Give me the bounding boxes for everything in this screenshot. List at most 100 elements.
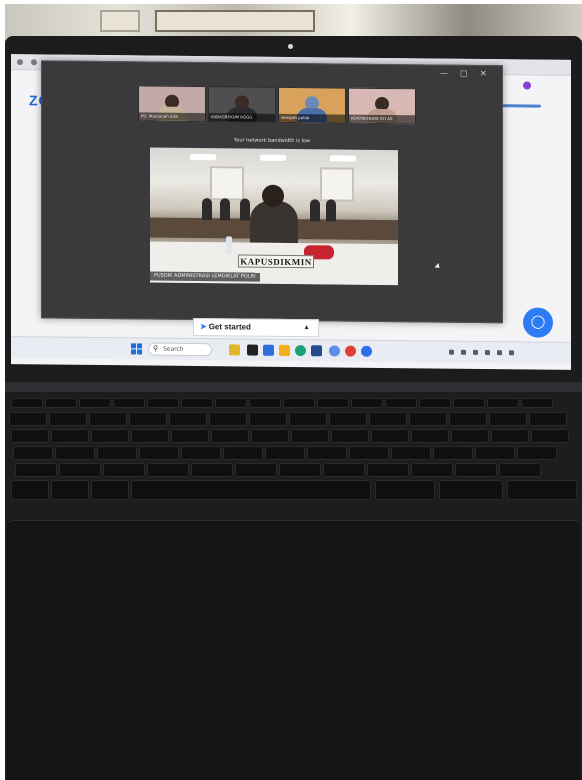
chat-app-icon[interactable] xyxy=(329,345,340,357)
participant-tile[interactable]: KORPSKHUDA STI AS xyxy=(348,87,416,125)
keyboard-key[interactable] xyxy=(369,412,407,426)
keyboard-key[interactable] xyxy=(487,398,519,408)
keyboard-key[interactable] xyxy=(375,480,435,500)
keyboard-key[interactable] xyxy=(211,429,249,443)
keyboard-key[interactable] xyxy=(475,446,515,460)
keyboard-key[interactable] xyxy=(411,463,453,477)
file-explorer-icon[interactable] xyxy=(279,344,290,356)
keyboard-key[interactable] xyxy=(11,398,43,408)
task-view-icon[interactable] xyxy=(247,344,258,356)
keyboard-key[interactable] xyxy=(317,398,349,408)
keyboard-key[interactable] xyxy=(367,463,409,477)
keyboard-key[interactable] xyxy=(13,446,53,460)
keyboard-key[interactable] xyxy=(59,463,101,477)
reload-icon[interactable] xyxy=(31,59,37,66)
keyboard-key[interactable] xyxy=(411,429,449,443)
participant-tile[interactable]: PD. Mainarjah ildin xyxy=(138,85,206,123)
get-started-button[interactable]: ➤ Get started ▲ xyxy=(193,317,319,338)
keyboard-key[interactable] xyxy=(131,429,169,443)
keyboard-key[interactable] xyxy=(265,446,305,460)
keyboard-key[interactable] xyxy=(171,429,209,443)
keyboard-key[interactable] xyxy=(45,398,77,408)
keyboard-key[interactable] xyxy=(419,398,451,408)
keyboard-key[interactable] xyxy=(129,412,167,426)
keyboard-key[interactable] xyxy=(15,463,57,477)
back-icon[interactable] xyxy=(17,59,23,66)
keyboard-key[interactable] xyxy=(323,463,365,477)
chat-bubble-icon[interactable]: ◯ xyxy=(523,307,553,338)
keyboard-key[interactable] xyxy=(289,412,327,426)
close-icon[interactable]: ✕ xyxy=(480,69,487,78)
participant-tile[interactable]: KABAGBEKUM ROGG xyxy=(208,86,276,123)
keyboard-key[interactable] xyxy=(9,412,47,426)
keyboard-key[interactable] xyxy=(11,480,49,500)
keyboard-key[interactable] xyxy=(103,463,145,477)
keyboard-key[interactable] xyxy=(91,429,129,443)
keyboard-key[interactable] xyxy=(11,429,49,443)
keyboard-key[interactable] xyxy=(351,398,383,408)
keyboard-key[interactable] xyxy=(385,398,417,408)
zoom-icon[interactable] xyxy=(361,345,372,357)
keyboard-key[interactable] xyxy=(55,446,95,460)
keyboard-key[interactable] xyxy=(349,446,389,460)
touchpad[interactable] xyxy=(7,520,580,780)
keyboard-key[interactable] xyxy=(499,463,541,477)
keyboard-key[interactable] xyxy=(371,429,409,443)
chrome-icon[interactable] xyxy=(345,345,356,357)
keyboard-key[interactable] xyxy=(147,463,189,477)
keyboard-key[interactable] xyxy=(97,446,137,460)
keyboard-key[interactable] xyxy=(235,463,277,477)
keyboard-key[interactable] xyxy=(251,429,289,443)
spacebar-key[interactable] xyxy=(131,480,371,500)
active-speaker-video[interactable]: KAPUSDIKMIN PUSDIK ADMINISTRASI LEMDIKLA… xyxy=(150,147,398,286)
keyboard-key[interactable] xyxy=(391,446,431,460)
keyboard-key[interactable] xyxy=(209,412,247,426)
keyboard-key[interactable] xyxy=(331,429,369,443)
maximize-icon[interactable]: □ xyxy=(460,69,468,78)
keyboard-key[interactable] xyxy=(439,480,503,500)
keyboard-key[interactable] xyxy=(51,429,89,443)
keyboard-key[interactable] xyxy=(191,463,233,477)
participant-tile[interactable]: sempah polda xyxy=(278,86,346,124)
keyboard-key[interactable] xyxy=(249,412,287,426)
keyboard-key[interactable] xyxy=(181,398,213,408)
keyboard-key[interactable] xyxy=(451,429,489,443)
keyboard-key[interactable] xyxy=(169,412,207,426)
keyboard-key[interactable] xyxy=(79,398,111,408)
keyboard-key[interactable] xyxy=(449,412,487,426)
keyboard-key[interactable] xyxy=(249,398,281,408)
keyboard-key[interactable] xyxy=(329,412,367,426)
keyboard-key[interactable] xyxy=(517,446,557,460)
keyboard-key[interactable] xyxy=(223,446,263,460)
keyboard-key[interactable] xyxy=(91,480,129,500)
taskbar-search[interactable]: ⚲ Search xyxy=(148,342,212,357)
keyboard-key[interactable] xyxy=(529,412,567,426)
keyboard-key[interactable] xyxy=(49,412,87,426)
keyboard-key[interactable] xyxy=(147,398,179,408)
minimize-icon[interactable]: — xyxy=(440,69,448,78)
keyboard-key[interactable] xyxy=(89,412,127,426)
system-tray[interactable] xyxy=(449,347,519,358)
widgets-icon[interactable] xyxy=(229,344,240,356)
keyboard-key[interactable] xyxy=(215,398,247,408)
keyboard-key[interactable] xyxy=(291,429,329,443)
keyboard-key[interactable] xyxy=(455,463,497,477)
keyboard-key[interactable] xyxy=(139,446,179,460)
keyboard-key[interactable] xyxy=(433,446,473,460)
keyboard-key[interactable] xyxy=(113,398,145,408)
keyboard-key[interactable] xyxy=(491,429,529,443)
keyboard-key[interactable] xyxy=(51,480,89,500)
keyboard-key[interactable] xyxy=(521,398,553,408)
header-link[interactable] xyxy=(501,104,541,108)
keyboard-key[interactable] xyxy=(181,446,221,460)
app-icon[interactable] xyxy=(295,345,306,357)
keyboard-key[interactable] xyxy=(453,398,485,408)
keyboard-key[interactable] xyxy=(409,412,447,426)
keyboard-key[interactable] xyxy=(279,463,321,477)
windows-start-icon[interactable] xyxy=(131,343,142,355)
keyboard-key[interactable] xyxy=(489,412,527,426)
edge-icon[interactable] xyxy=(263,344,274,356)
keyboard-key[interactable] xyxy=(531,429,569,443)
keyboard-key[interactable] xyxy=(283,398,315,408)
chevron-up-icon[interactable]: ▲ xyxy=(303,320,310,336)
